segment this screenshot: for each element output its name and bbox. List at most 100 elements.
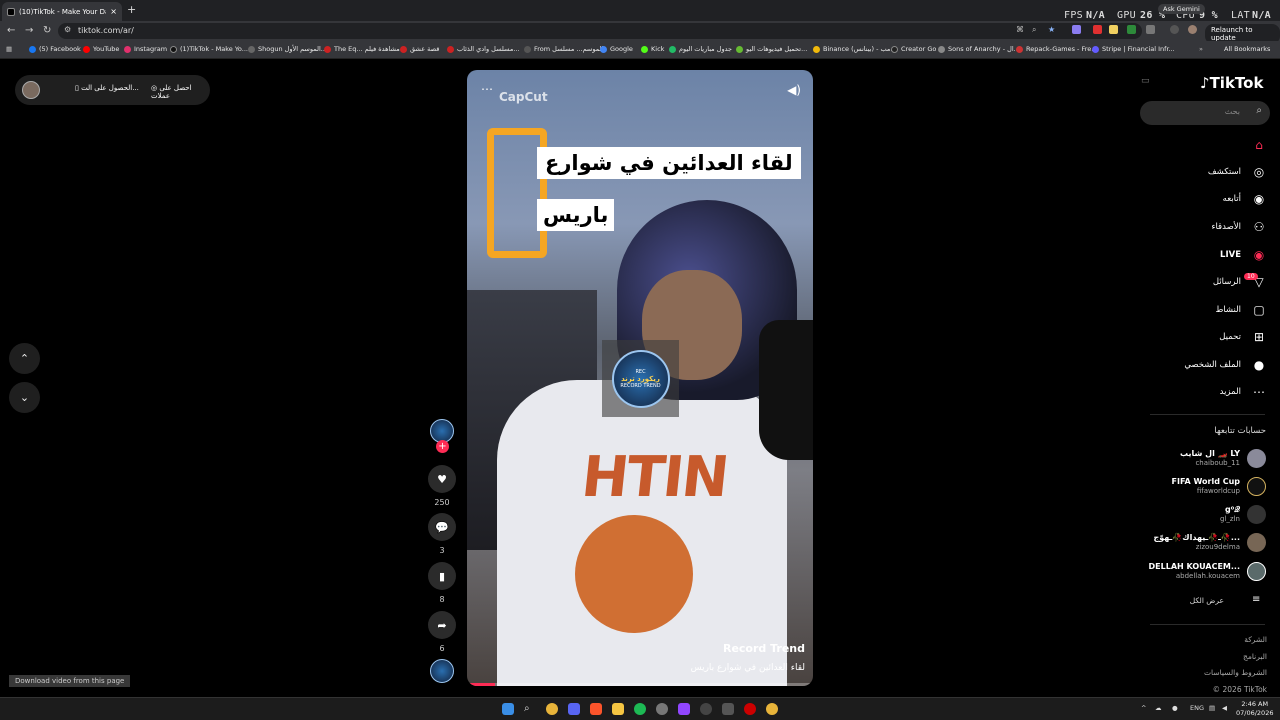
footer-program-link[interactable]: البرنامج — [1243, 652, 1267, 661]
download-icon[interactable] — [1170, 25, 1179, 34]
nav-home[interactable]: ⌂ — [1150, 136, 1267, 154]
video-progress-bar[interactable] — [467, 683, 813, 686]
comment-button[interactable]: 💬 — [428, 513, 456, 541]
bookmark-matches[interactable]: جدول مباريات اليوم — [669, 45, 732, 53]
network-icon[interactable]: ▤ — [1209, 704, 1215, 712]
ask-gemini-button[interactable]: Ask Gemini — [1158, 4, 1205, 14]
bookmark-shogun[interactable]: Shogun الموسم الأول... — [248, 45, 327, 53]
bookmark-downloads[interactable]: تحميل فيديوهات اليو... — [736, 45, 807, 53]
like-button[interactable]: ♥ — [428, 465, 456, 493]
zoom-icon[interactable]: ⌕ — [1032, 25, 1036, 35]
all-bookmarks-button[interactable]: All Bookmarks — [1224, 45, 1270, 53]
more-options-icon[interactable]: ⋯ — [481, 82, 493, 96]
tiktok-logo[interactable]: ♪TikTok — [1200, 74, 1263, 92]
nav-following[interactable]: أتابعه ◉ — [1150, 190, 1267, 208]
bookmark-story[interactable]: قصة عشق — [400, 45, 439, 53]
bookmarks-overflow-icon[interactable]: » — [1199, 45, 1203, 53]
bookmark-tiktok[interactable]: (1)TikTok - Make Yo... — [170, 45, 248, 53]
recorder-icon[interactable] — [744, 703, 756, 715]
followed-account[interactable]: DELLAH KOUACEM... abdellah.kouacem — [1140, 560, 1266, 584]
nav-friends[interactable]: الأصدقاء ⚇ — [1150, 218, 1267, 236]
bookmark-stripe[interactable]: Stripe | Financial Infr... — [1092, 45, 1175, 53]
sound-disc-icon[interactable] — [430, 659, 454, 683]
forward-icon[interactable]: → — [25, 25, 33, 36]
nav-profile[interactable]: الملف الشخصي ● — [1150, 356, 1267, 374]
profile-avatar-icon[interactable] — [1188, 25, 1197, 34]
extensions-puzzle-icon[interactable] — [1146, 25, 1155, 34]
bookmark-from[interactable]: From الموسم... مسلسل — [524, 45, 603, 53]
site-info-icon[interactable]: ⚙ — [64, 25, 71, 34]
tab-close-icon[interactable]: × — [110, 7, 117, 16]
user-avatar[interactable] — [22, 81, 40, 99]
apps-grid-icon[interactable]: ▦ — [6, 45, 12, 53]
volume-icon[interactable]: ◀ — [1222, 704, 1227, 712]
cloud-icon[interactable]: ☁ — [1155, 704, 1162, 712]
followed-account[interactable]: ال شايب 🏎️ LY chaiboub_11 — [1140, 447, 1266, 471]
nav-live[interactable]: LIVE ◉ — [1150, 246, 1267, 264]
windows-start-icon[interactable] — [502, 703, 514, 715]
collapse-sidebar-icon[interactable]: ▭ — [1141, 76, 1150, 86]
bookmark-google[interactable]: Google — [600, 45, 633, 53]
nav-more[interactable]: المزيد ⋯ — [1150, 383, 1267, 401]
bookmark-series[interactable]: مسلسل وادي الذئاب... — [447, 45, 520, 53]
followed-account[interactable]: ـ🥀ـيهداك🥀ـهوّج🥀... zizou9delma — [1140, 531, 1266, 555]
nav-upload[interactable]: تحميل ⊞ — [1150, 328, 1267, 346]
back-icon[interactable]: ← — [7, 25, 15, 36]
github-icon[interactable] — [656, 703, 668, 715]
previous-video-button[interactable]: ⌃ — [9, 343, 40, 374]
followed-account[interactable]: g⁰𝒬 gl_zln — [1140, 503, 1266, 527]
video-player[interactable]: HTIN ⋯ CapCut ◀) لقاء العدائين في شوارع … — [467, 70, 813, 686]
spotify-icon[interactable] — [634, 703, 646, 715]
bookmark-creator-go[interactable]: Creator Go — [891, 45, 936, 53]
bookmark-kick[interactable]: Kick — [641, 45, 664, 53]
extension-icon[interactable] — [1127, 25, 1136, 34]
next-video-button[interactable]: ⌄ — [9, 382, 40, 413]
chrome-icon[interactable] — [546, 703, 558, 715]
search-icon[interactable]: ⌕ — [1256, 105, 1262, 116]
brave-icon[interactable] — [590, 703, 602, 715]
extension-icon[interactable] — [1109, 25, 1118, 34]
discord-icon[interactable] — [568, 703, 580, 715]
url-text[interactable]: tiktok.com/ar/ — [78, 26, 134, 35]
bookmark-movie[interactable]: The Eq... مشاهدة فيلم — [324, 45, 400, 53]
get-app-button[interactable]: ▯ الحصول على الت... — [75, 84, 139, 92]
omnibox[interactable]: ⚙ tiktok.com/ar/ ⌘ ⌕ ★ — [58, 23, 1142, 39]
nav-activity[interactable]: النشاط ▢ — [1150, 301, 1267, 319]
follow-plus-icon[interactable]: + — [436, 440, 449, 453]
extension-icon[interactable] — [1072, 25, 1081, 34]
system-clock[interactable]: 2:46 AM 07/06/2026 — [1236, 700, 1273, 718]
steam-icon[interactable] — [700, 703, 712, 715]
language-indicator[interactable]: ENG — [1190, 704, 1204, 712]
bookmark-repack-games[interactable]: Repack-Games - Fre... — [1016, 45, 1097, 53]
video-author[interactable]: Record Trend — [723, 642, 805, 655]
followed-account[interactable]: FIFA World Cup fifaworldcup — [1140, 475, 1266, 499]
tray-overflow-icon[interactable]: ^ — [1141, 704, 1146, 712]
download-video-bar[interactable]: Download video from this page — [9, 675, 131, 687]
extension-icon[interactable] — [1093, 25, 1102, 34]
xbox-icon[interactable] — [722, 703, 734, 715]
reload-icon[interactable]: ↻ — [43, 25, 51, 36]
mic-icon[interactable]: ● — [1172, 704, 1178, 712]
bookmark-youtube[interactable]: YouTube — [83, 45, 119, 53]
bookmark-sons-of-anarchy[interactable]: Sons of Anarchy - ال... — [938, 45, 1020, 53]
share-button[interactable]: ➦ — [428, 611, 456, 639]
get-coins-button[interactable]: ◎ احصل على عملات — [151, 84, 210, 100]
footer-company-link[interactable]: الشركة — [1244, 635, 1267, 644]
translate-icon[interactable]: ⌘ — [1016, 25, 1024, 34]
bookmark-star-icon[interactable]: ★ — [1048, 25, 1055, 34]
volume-icon[interactable]: ◀) — [787, 83, 801, 97]
bookmark-binance[interactable]: Binance (بينانس) - مب... — [813, 45, 897, 53]
search-icon[interactable]: ⌕ — [524, 703, 536, 715]
chrome-icon[interactable] — [766, 703, 778, 715]
twitch-icon[interactable] — [678, 703, 690, 715]
footer-terms-link[interactable]: الشروط والسياسات — [1204, 668, 1267, 677]
nav-explore[interactable]: استكشف ◎ — [1150, 163, 1267, 181]
file-explorer-icon[interactable] — [612, 703, 624, 715]
save-button[interactable]: ▮ — [428, 562, 456, 590]
see-all-link[interactable]: عرض الكل — [1190, 596, 1224, 605]
search-input[interactable]: بحث ⌕ — [1140, 101, 1270, 125]
bookmark-facebook[interactable]: (5) Facebook — [29, 45, 81, 53]
browser-tab[interactable]: (10)TikTok - Make Your Day × — [2, 2, 122, 21]
new-tab-button[interactable]: + — [127, 3, 136, 16]
bookmark-instagram[interactable]: Instagram — [124, 45, 167, 53]
